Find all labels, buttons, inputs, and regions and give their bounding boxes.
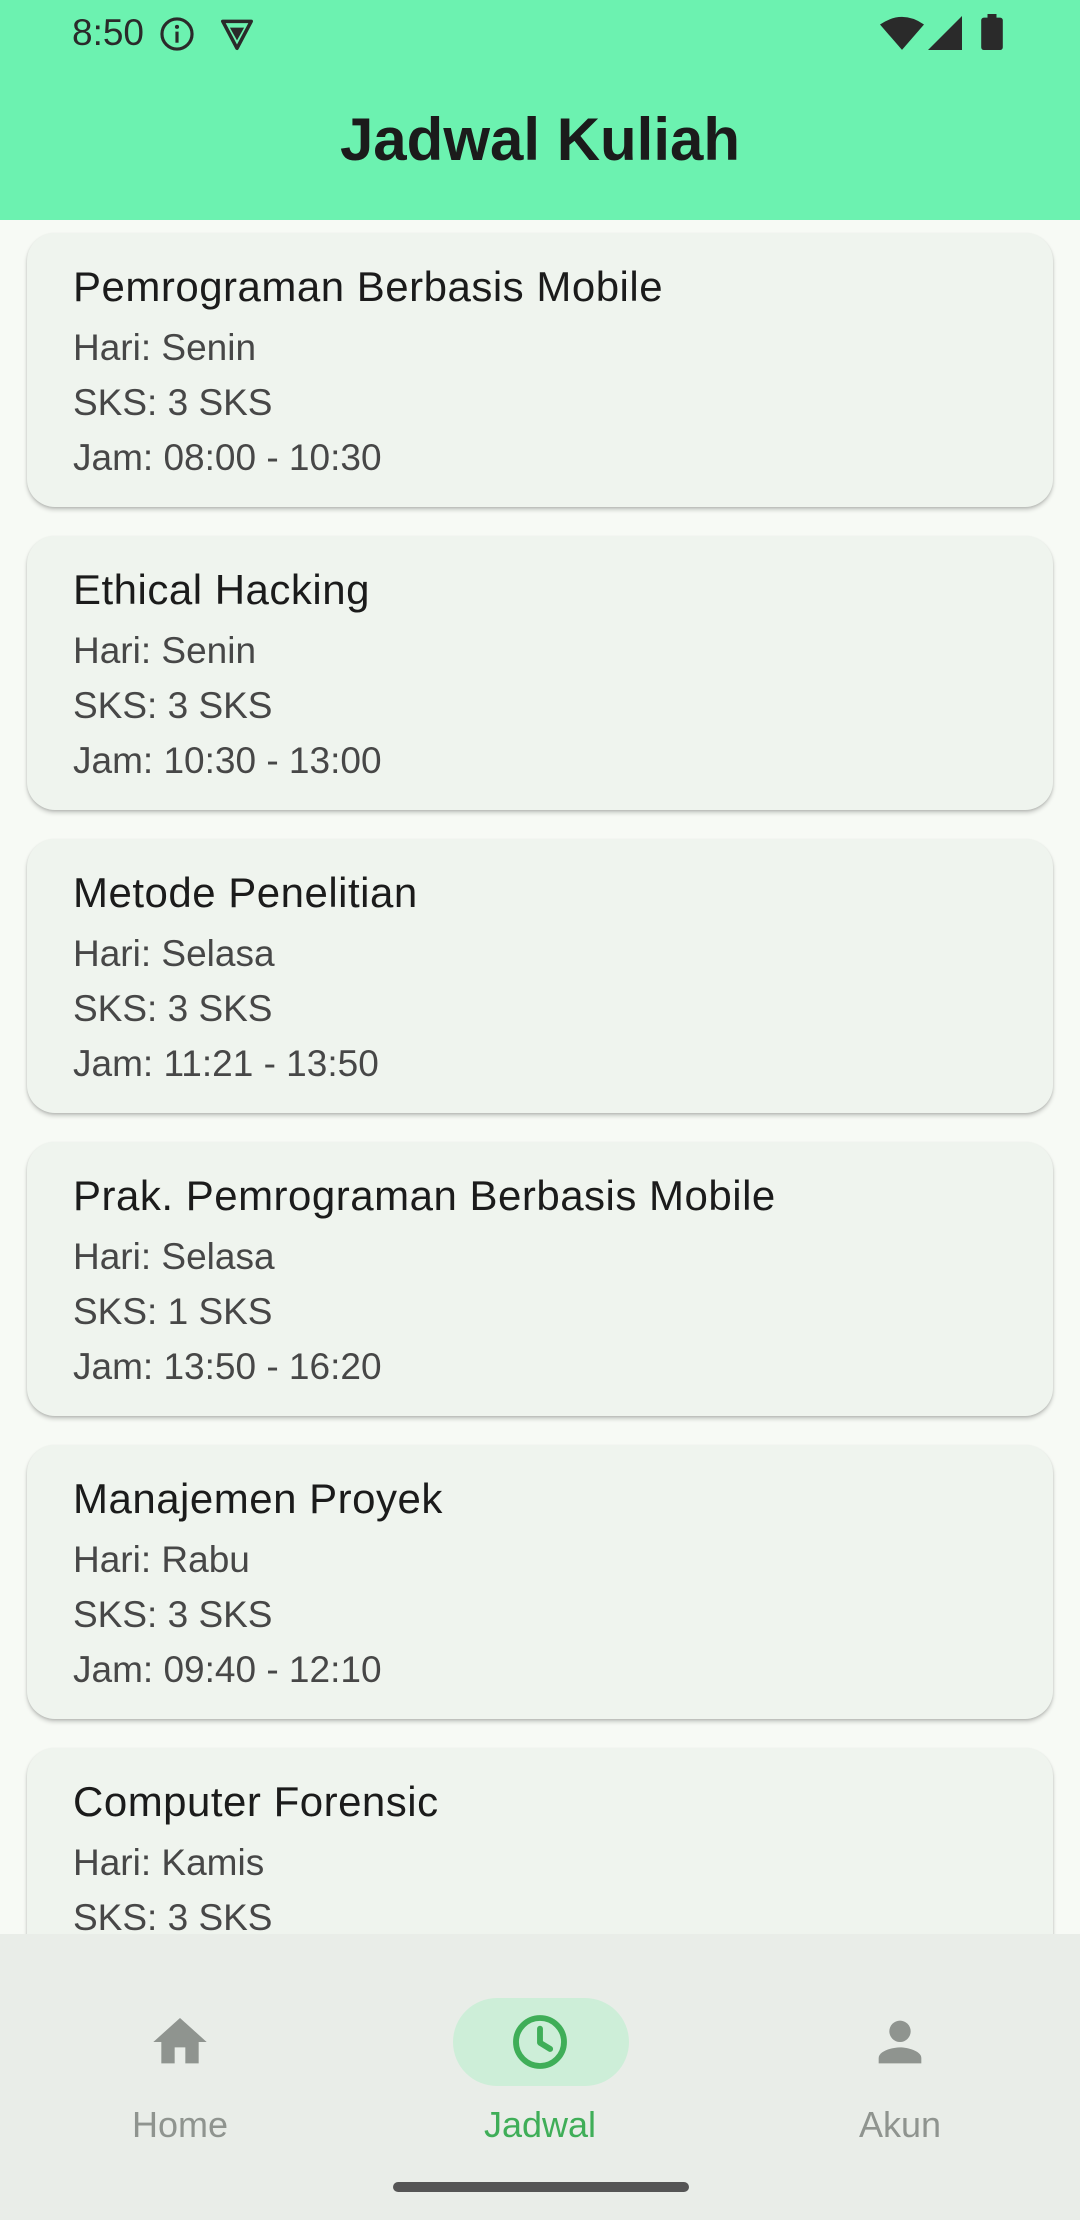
course-day: Hari: Rabu	[73, 1539, 250, 1580]
nav-item-home[interactable]: Home	[50, 1966, 310, 2145]
course-card[interactable]: Metode Penelitian Hari: Selasa SKS: 3 SK…	[27, 839, 1053, 1113]
page-title: Jadwal Kuliah	[339, 106, 741, 173]
course-day: Hari: Kamis	[73, 1842, 265, 1883]
nav-label-akun: Akun	[858, 2104, 942, 2145]
course-name: Metode Penelitian	[73, 869, 418, 916]
course-name: Pemrograman Berbasis Mobile	[73, 263, 664, 310]
course-card[interactable]: Computer Forensic Hari: Kamis SKS: 3 SKS	[27, 1748, 1053, 1934]
course-time: Jam: 11:21 - 13:50	[73, 1043, 379, 1084]
battery-icon	[981, 14, 1003, 50]
course-day: Hari: Selasa	[73, 1236, 275, 1277]
app-bar: 8:50 Jadwal Kuliah	[0, 0, 1080, 220]
info-icon	[160, 17, 194, 51]
course-day: Hari: Senin	[73, 630, 257, 671]
gesture-home-bar[interactable]	[393, 2182, 689, 2192]
course-card[interactable]: Ethical Hacking Hari: Senin SKS: 3 SKS J…	[27, 536, 1053, 810]
wifi-icon	[880, 16, 924, 50]
course-credits: SKS: 3 SKS	[73, 988, 273, 1029]
course-name: Prak. Pemrograman Berbasis Mobile	[73, 1172, 776, 1219]
bottom-navigation: Home Jadwal Akun	[0, 1934, 1080, 2220]
course-card[interactable]: Prak. Pemrograman Berbasis Mobile Hari: …	[27, 1142, 1053, 1416]
status-bar: 8:50	[0, 0, 1080, 64]
course-time: Jam: 09:40 - 12:10	[73, 1649, 382, 1690]
course-time: Jam: 13:50 - 16:20	[73, 1346, 382, 1387]
course-day: Hari: Senin	[73, 327, 257, 368]
screen: 8:50 Jadwal Kuliah Pemrograman Berbasis …	[0, 0, 1080, 2220]
course-credits: SKS: 3 SKS	[73, 1897, 273, 1934]
course-credits: SKS: 3 SKS	[73, 685, 273, 726]
course-name: Ethical Hacking	[73, 566, 370, 613]
course-credits: SKS: 3 SKS	[73, 1594, 273, 1635]
schedule-list[interactable]: Pemrograman Berbasis Mobile Hari: Senin …	[0, 220, 1080, 1934]
course-card[interactable]: Pemrograman Berbasis Mobile Hari: Senin …	[27, 233, 1053, 507]
course-time: Jam: 10:30 - 13:00	[73, 740, 382, 781]
signal-icon	[928, 16, 962, 50]
course-credits: SKS: 1 SKS	[73, 1291, 273, 1332]
nav-label-jadwal: Jadwal	[483, 2104, 597, 2145]
nav-item-akun[interactable]: Akun	[770, 1966, 1030, 2145]
person-icon	[878, 2020, 922, 2064]
course-card[interactable]: Manajemen Proyek Hari: Rabu SKS: 3 SKS J…	[27, 1445, 1053, 1719]
course-day: Hari: Selasa	[73, 933, 275, 974]
clock-icon	[513, 2015, 567, 2069]
course-credits: SKS: 3 SKS	[73, 382, 273, 423]
course-name: Computer Forensic	[73, 1778, 439, 1825]
vpn-icon	[221, 19, 253, 50]
course-time: Jam: 08:00 - 10:30	[73, 437, 382, 478]
nav-item-jadwal[interactable]: Jadwal	[410, 1966, 670, 2145]
course-name: Manajemen Proyek	[73, 1475, 443, 1522]
home-icon	[153, 2018, 207, 2064]
status-time: 8:50	[72, 12, 145, 53]
nav-label-home: Home	[131, 2104, 229, 2145]
